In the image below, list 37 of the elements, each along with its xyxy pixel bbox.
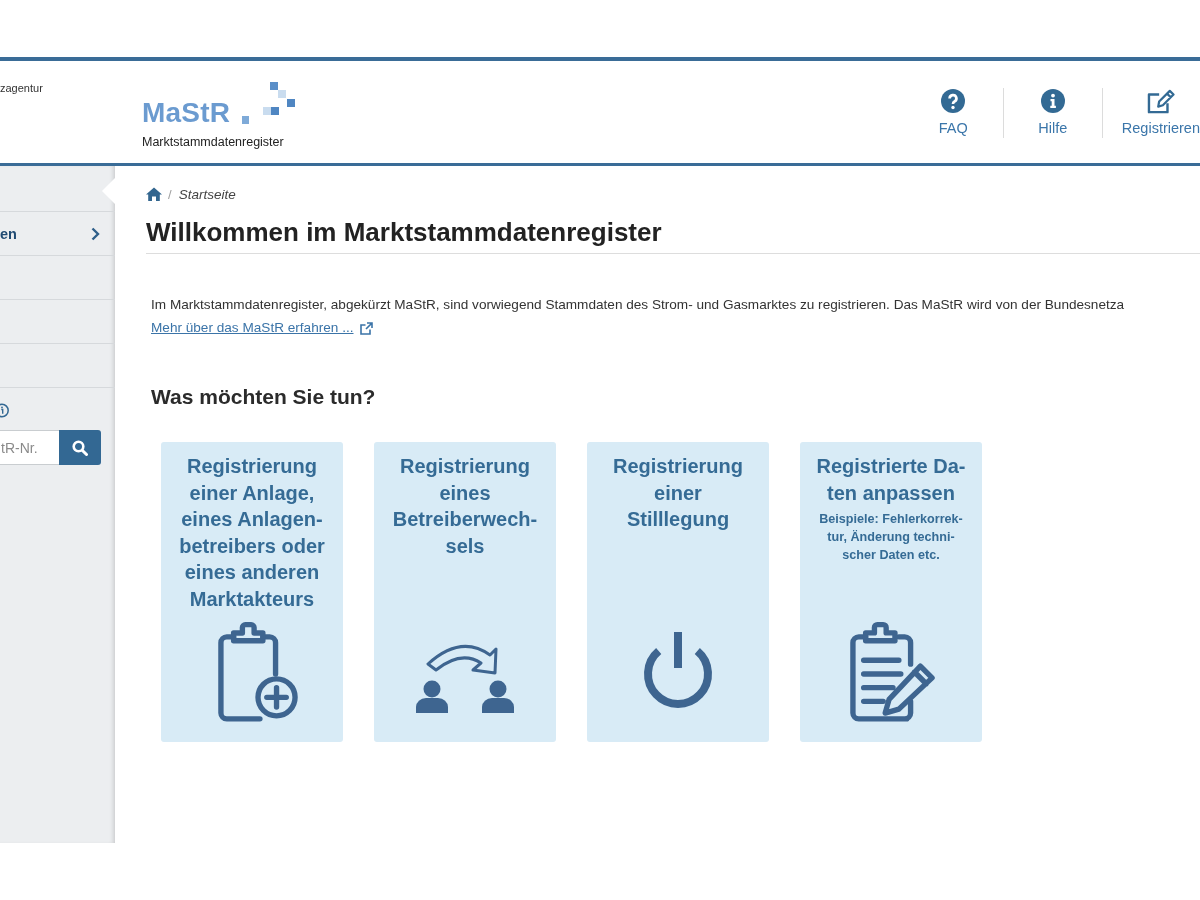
action-tile[interactable]: Registrierung einer Stilllegung	[587, 442, 769, 742]
pointer-icon	[102, 178, 115, 204]
tile-note: Beispiele: Fehlerkorrek- tur, Änderung techni- scher Daten etc.	[819, 511, 963, 564]
help-icon	[941, 89, 966, 113]
nav-link[interactable]: Registrieren	[1101, 88, 1200, 138]
action-tile[interactable]: Registrierung einer Anlage, eines Anlagen- betreibers oder eines anderen Marktakteurs	[161, 442, 343, 742]
tile-title: Registrierung einer Stilllegung	[613, 454, 743, 532]
power-icon	[642, 632, 714, 708]
logo-subtitle: Marktstammdatenregister	[142, 134, 285, 150]
tile-title: Registrierung eines Betreiberwech- sels	[392, 454, 538, 559]
action-tile[interactable]: Registrierte Da- ten anpassen Beispiele: Fehlerkorrek- tur, Änderung techni- scher Daten etc.	[800, 442, 982, 742]
logo-wordmark: MaStR	[142, 99, 231, 127]
tile-title: Registrierung einer Anlage, eines Anlagen- betreibers oder eines anderen Marktakteurs	[179, 454, 325, 612]
info-icon	[0, 403, 9, 418]
pixel-squares-icon	[242, 82, 297, 124]
intro-text: Im Marktstammdatenregister, abgekürzt MaStR, sind vorwiegend Stammdaten des Strom- und Gasmarktes zu registrieren. Das MaStR wird von der Bundesnetza	[151, 296, 1125, 314]
clipboard-pencil-icon	[850, 621, 936, 723]
search-field[interactable]: tR-Nr.	[0, 430, 59, 465]
section-heading: Was möchten Sie tun?	[151, 384, 376, 410]
agency-name: zagentur	[0, 82, 43, 95]
search-icon	[72, 439, 88, 456]
page-title: Willkommen im Marktstammdatenregister	[146, 216, 662, 248]
external-link-icon	[359, 321, 373, 335]
search-button[interactable]	[59, 430, 101, 465]
clipboard-plus-icon	[218, 621, 298, 723]
home-icon[interactable]	[146, 187, 162, 201]
breadcrumb-current: Startseite	[178, 186, 236, 202]
tile-title: Registrierte Da- ten anpassen	[816, 454, 966, 506]
breadcrumb-separator: /	[168, 186, 172, 202]
edit-icon	[1146, 89, 1175, 114]
info-icon	[1040, 89, 1065, 113]
sidebar-item[interactable]: en	[0, 212, 115, 256]
more-info-link[interactable]: Mehr über das MaStR erfahren ...	[151, 317, 373, 339]
nav-link[interactable]: Hilfe	[1002, 88, 1102, 138]
chevron-right-icon	[91, 226, 100, 241]
nav-link[interactable]: FAQ	[903, 88, 1003, 138]
action-tile[interactable]: Registrierung eines Betreiberwech- sels	[374, 442, 556, 742]
